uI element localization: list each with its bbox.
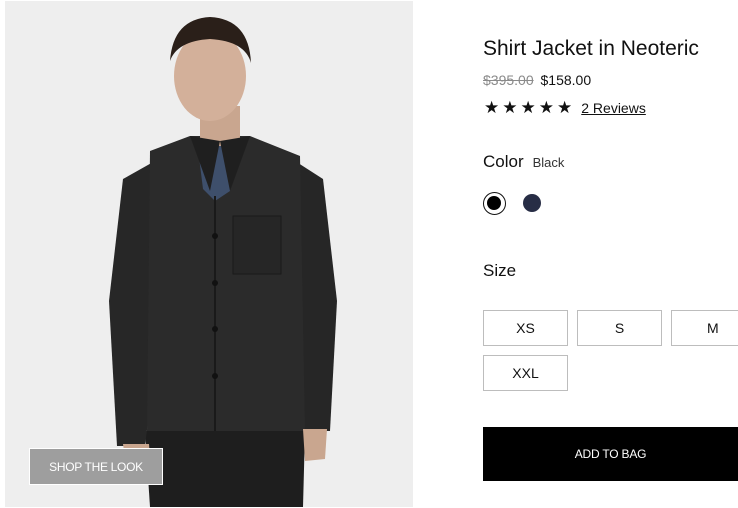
- price: $395.00 $158.00: [483, 72, 591, 88]
- product-image[interactable]: SHOP THE LOOK: [5, 1, 413, 507]
- product-title: Shirt Jacket in Neoteric: [483, 37, 699, 60]
- swatch-black-fill: [487, 196, 501, 210]
- selected-color: Black: [532, 155, 565, 170]
- star-icon: ★: [557, 98, 573, 117]
- product-page: SHOP THE LOOK Shirt Jacket in Neoteric $…: [0, 0, 738, 508]
- reviews-link[interactable]: 2 Reviews: [581, 100, 646, 116]
- size-s-button[interactable]: S: [577, 310, 662, 346]
- sale-price: $158.00: [540, 72, 592, 88]
- star-icon: ★: [484, 98, 500, 117]
- star-icon: ★: [538, 98, 554, 117]
- size-m-button[interactable]: M: [671, 310, 738, 346]
- model-photo: [5, 1, 413, 507]
- rating: ★ ★ ★ ★ ★ 2 Reviews: [484, 99, 646, 117]
- original-price: $395.00: [483, 72, 534, 88]
- star-icon: ★: [502, 98, 518, 117]
- size-xs-button[interactable]: XS: [483, 310, 568, 346]
- size-xxl-button[interactable]: XXL: [483, 355, 568, 391]
- swatch-black[interactable]: [483, 192, 506, 215]
- add-to-bag-button[interactable]: ADD TO BAG: [483, 427, 738, 481]
- star-icon: ★: [520, 98, 536, 117]
- shop-the-look-button[interactable]: SHOP THE LOOK: [29, 448, 163, 485]
- swatch-navy[interactable]: [523, 194, 541, 212]
- color-label: Color: [483, 152, 524, 171]
- size-label: Size: [483, 261, 517, 280]
- color-selector: Color Black: [483, 152, 564, 172]
